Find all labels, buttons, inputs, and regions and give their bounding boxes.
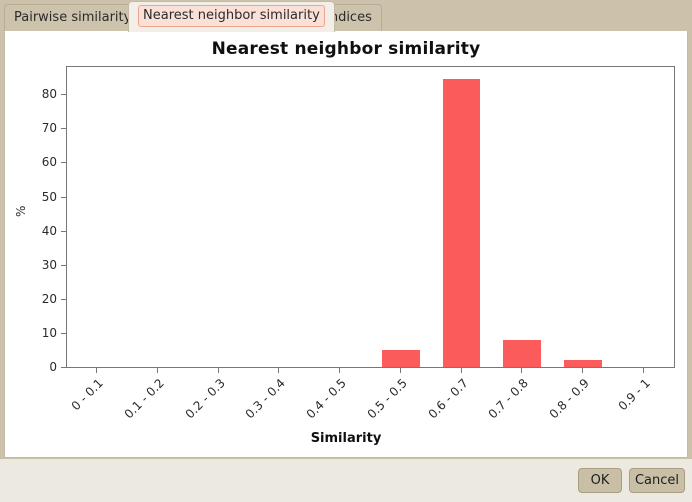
- y-axis-tick-label: 50: [41, 189, 57, 204]
- y-axis-tick-label: 40: [41, 223, 57, 238]
- tab-pairwise-similarity[interactable]: Pairwise similarity: [4, 4, 142, 32]
- bar: [442, 78, 481, 367]
- x-axis-tick-mark: [217, 368, 219, 373]
- x-axis-tick-mark: [96, 368, 98, 373]
- tab-strip: Pairwise similarity Nearest neighbor sim…: [0, 0, 692, 32]
- bar: [503, 339, 542, 367]
- dialog-footer: OK Cancel: [0, 458, 692, 502]
- tab-pairwise-similarity-label: Pairwise similarity: [14, 10, 132, 25]
- y-axis-tick-label: 0: [49, 360, 57, 374]
- x-axis-tick-mark: [278, 368, 280, 373]
- y-axis-tick-label: 20: [41, 291, 57, 306]
- tab-nearest-neighbor-similarity-label: Nearest neighbor similarity: [138, 5, 325, 27]
- tab-nearest-neighbor-similarity[interactable]: Nearest neighbor similarity: [128, 1, 335, 32]
- y-axis-tick-label: 70: [41, 121, 57, 136]
- y-axis: 0 10 20 30 40 50 60 70 80: [5, 31, 66, 374]
- ok-button[interactable]: OK: [578, 468, 622, 493]
- bar: [564, 360, 602, 367]
- plot-area: [66, 66, 675, 368]
- x-axis-tick-mark: [339, 368, 341, 373]
- x-axis-tick-mark: [399, 368, 401, 373]
- y-axis-tick-label: 30: [41, 257, 57, 272]
- x-axis-tick-mark: [642, 368, 644, 373]
- x-axis-tick-mark: [521, 368, 523, 373]
- histogram-chart: Nearest neighbor similarity 0 10 20 30 40 50 6…: [5, 31, 687, 456]
- x-axis-title: Similarity: [310, 431, 382, 446]
- chart-title: Nearest neighbor similarity: [211, 39, 481, 59]
- tab-content-panel: Nearest neighbor similarity 0 10 20 30 40 50 6…: [4, 31, 688, 458]
- y-axis-title: %: [14, 205, 28, 217]
- y-axis-tick-label: 60: [41, 155, 57, 170]
- y-axis-tick-label: 80: [41, 87, 57, 102]
- bars-layer: [67, 67, 674, 367]
- x-axis-tick-mark: [157, 368, 159, 373]
- cancel-button[interactable]: Cancel: [629, 468, 685, 493]
- y-axis-tick-label: 10: [41, 325, 57, 340]
- bar: [382, 349, 420, 367]
- x-axis-tick-mark: [581, 368, 583, 373]
- x-axis-tick-mark: [460, 368, 462, 373]
